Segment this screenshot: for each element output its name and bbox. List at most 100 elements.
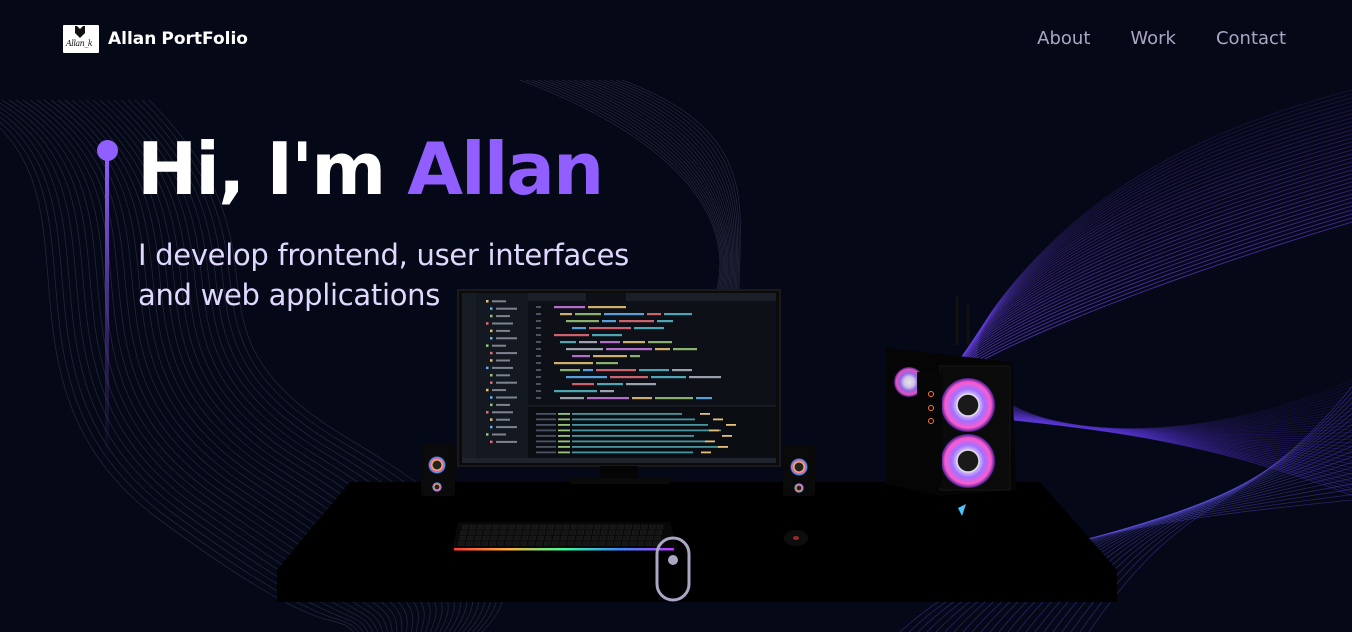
keyboard-key — [532, 524, 539, 530]
file-name-line — [496, 418, 510, 421]
keyboard-key — [468, 530, 475, 535]
code-token — [619, 320, 654, 323]
line-number — [536, 383, 541, 385]
logo-image: Allan_k — [63, 24, 99, 53]
keyboard-key — [563, 524, 570, 530]
nav-link-work[interactable]: Work — [1130, 28, 1176, 49]
keyboard-key — [623, 535, 630, 541]
terminal-token — [700, 413, 710, 415]
keyboard-key — [617, 524, 625, 530]
terminal-token — [572, 429, 721, 432]
keyboard-key — [646, 535, 653, 541]
terminal-token — [572, 424, 708, 426]
file-name-line — [492, 433, 506, 436]
keyboard-key — [601, 530, 608, 535]
code-token — [689, 376, 721, 379]
pc-tower — [886, 296, 1016, 516]
code-token — [648, 341, 672, 344]
keyboard-key — [481, 541, 488, 546]
code-token — [604, 313, 644, 316]
nav-links: About Work Contact — [1037, 28, 1286, 49]
file-icon — [486, 388, 489, 392]
file-icon — [486, 366, 489, 370]
right-speaker — [783, 446, 815, 496]
nav-link-contact[interactable]: Contact — [1216, 28, 1286, 49]
code-token — [566, 348, 603, 351]
file-name-line — [496, 374, 510, 377]
keyboard-key — [583, 541, 590, 546]
code-token — [596, 369, 636, 372]
keyboard-key — [473, 541, 481, 546]
keyboard-key — [547, 524, 554, 530]
keyboard-key — [485, 524, 492, 530]
keyboard-key — [640, 530, 647, 535]
terminal-token — [713, 418, 723, 421]
code-token — [655, 348, 670, 351]
file-name-line — [496, 440, 517, 443]
keyboard-key — [489, 541, 496, 546]
line-number — [536, 376, 541, 378]
file-icon — [490, 307, 493, 310]
keyboard-key — [469, 524, 476, 530]
keyboard-key — [655, 530, 662, 535]
code-token — [602, 320, 616, 323]
code-token — [630, 355, 640, 358]
code-token — [554, 362, 593, 365]
code-token — [579, 341, 597, 344]
file-icon — [490, 329, 493, 333]
keyboard-key — [632, 530, 639, 535]
keyboard-key — [607, 535, 614, 541]
terminal-token — [558, 413, 570, 415]
nav-link-about[interactable]: About — [1037, 28, 1090, 49]
code-token — [560, 313, 572, 316]
terminal-token — [572, 451, 693, 454]
file-name-line — [492, 366, 513, 369]
file-name-line — [496, 307, 517, 310]
terminal-token — [709, 429, 719, 432]
keyboard-key — [568, 535, 575, 541]
keyboard-key — [539, 524, 547, 530]
keyboard-key — [460, 530, 467, 535]
file-icon — [490, 425, 493, 429]
keyboard-key — [506, 535, 513, 541]
keyboard-key — [515, 530, 522, 535]
keyboard-key — [528, 541, 535, 546]
keyboard-key — [516, 524, 523, 530]
file-icon — [490, 381, 493, 384]
keyboard-key — [475, 535, 482, 541]
keyboard-key — [625, 524, 632, 530]
keyboard-key — [538, 530, 545, 535]
file-icon — [486, 344, 489, 347]
file-icon — [486, 411, 489, 414]
terminal-token — [536, 424, 556, 426]
keyboard-key — [576, 535, 583, 541]
code-token — [600, 390, 614, 393]
file-icon — [490, 314, 493, 318]
terminal-token — [558, 451, 570, 454]
line-number — [536, 306, 541, 308]
code-token — [560, 397, 584, 400]
terminal-token — [558, 418, 570, 421]
code-token — [554, 334, 589, 337]
keyboard-key — [467, 535, 474, 541]
keyboard-key — [466, 541, 473, 546]
left-speaker — [421, 444, 455, 496]
keyboard-key — [593, 530, 600, 535]
terminal-token — [705, 440, 715, 443]
keyboard-key — [638, 535, 646, 541]
keyboard — [452, 522, 678, 551]
keyboard-key — [512, 541, 520, 546]
code-token — [554, 390, 597, 393]
code-token — [554, 306, 585, 309]
keyboard-key — [616, 530, 623, 535]
code-token — [606, 348, 652, 351]
terminal-token — [558, 424, 570, 426]
file-name-line — [496, 381, 517, 384]
file-name-line — [492, 322, 513, 325]
keyboard-key — [590, 541, 598, 546]
line-number — [536, 327, 541, 329]
code-token — [657, 320, 673, 323]
brand-link[interactable]: Allan_k Allan PortFolio — [63, 24, 248, 53]
mouse-scroll-icon[interactable] — [655, 536, 691, 602]
file-icon — [490, 418, 493, 421]
